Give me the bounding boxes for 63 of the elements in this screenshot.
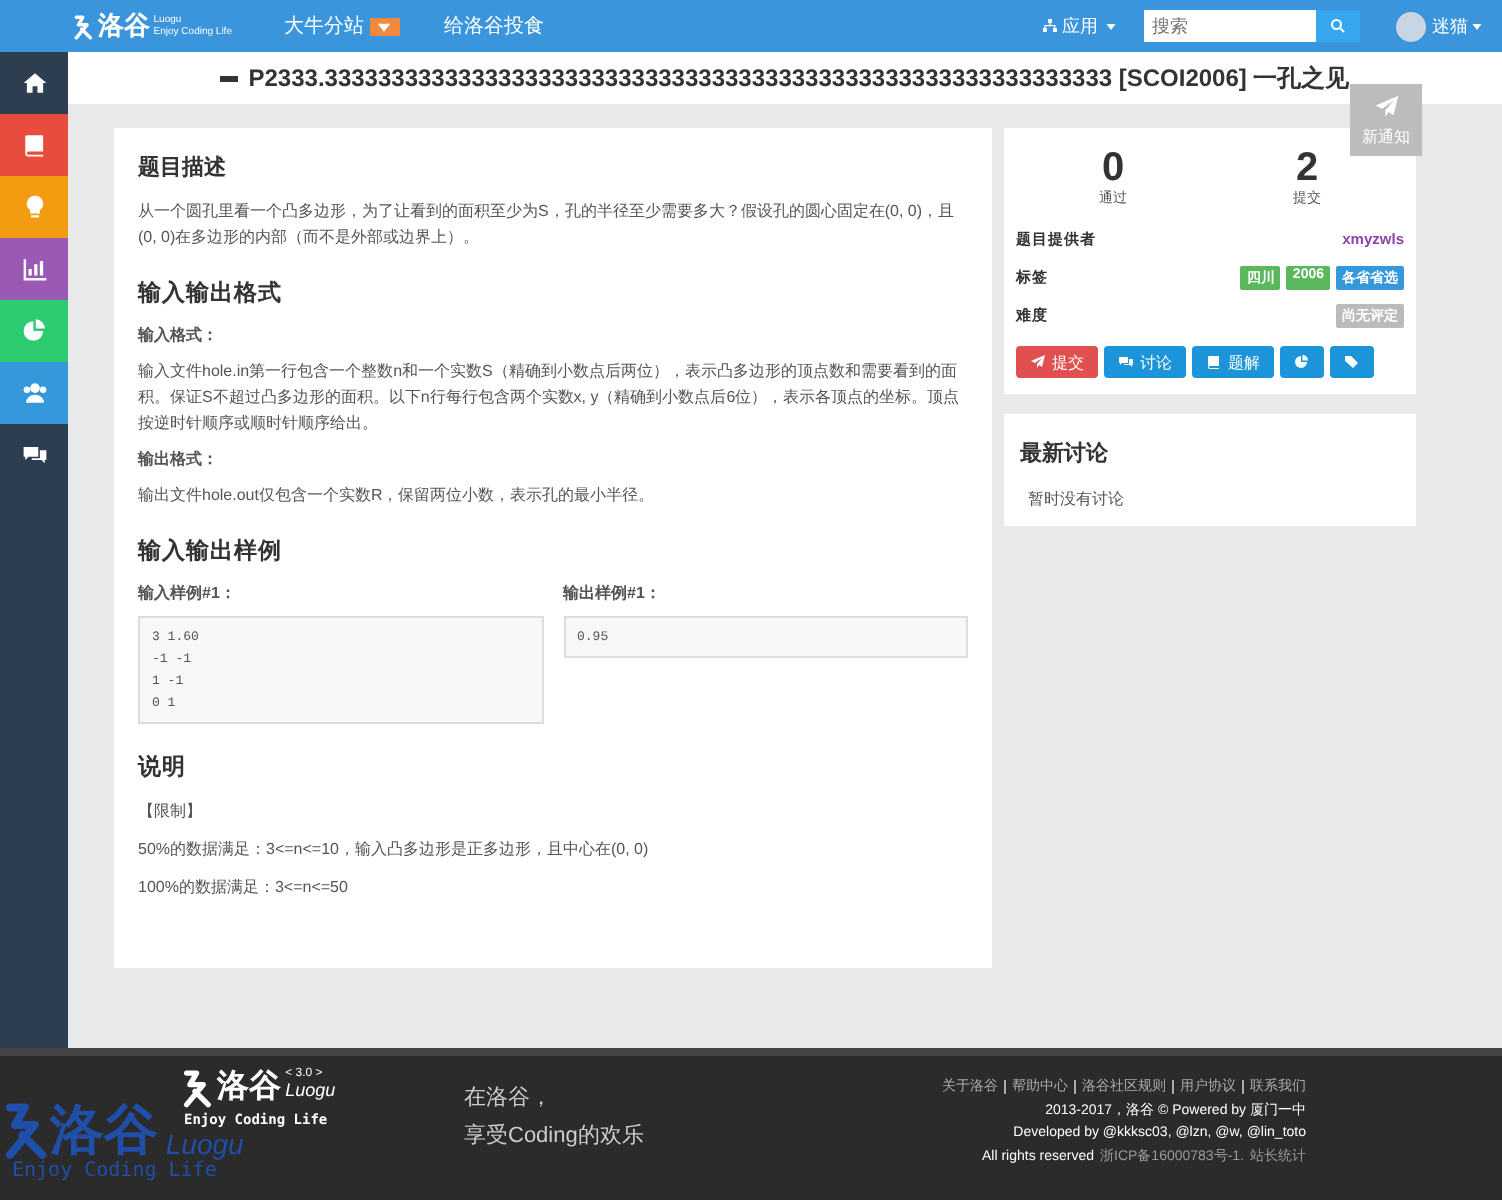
- tagline: 在洛谷，: [464, 1084, 554, 1114]
- footer-logo-watermark: 洛谷: [49, 1100, 158, 1160]
- stat-value: 2: [1295, 148, 1319, 188]
- tagline: 享受Coding的欢乐: [464, 1121, 644, 1152]
- gem-badge-icon: [369, 17, 400, 35]
- search-icon: [1330, 18, 1346, 34]
- paragraph: 输出文件hole.out仅包含一个实数R，保留两位小数，表示孔的最小半径。: [138, 484, 657, 508]
- users-icon: [21, 380, 47, 406]
- nav-link[interactable]: 大牛分站: [283, 12, 364, 40]
- comments-icon: [1118, 354, 1134, 370]
- section-heading: 输入输出样例: [138, 536, 284, 566]
- paper-plane-icon: [1373, 93, 1399, 119]
- pie-chart-icon: [21, 318, 47, 344]
- section-heading: 输入输出格式: [138, 278, 284, 308]
- search-field[interactable]: 搜索: [1144, 10, 1316, 42]
- nav-link[interactable]: 给洛谷投食: [443, 12, 544, 40]
- subheading: 输入格式：: [138, 324, 220, 346]
- footer-logo-text: 洛谷: [217, 1068, 282, 1108]
- home-icon: [21, 70, 47, 96]
- apps-menu[interactable]: 应用: [1062, 13, 1098, 39]
- footer-logo-watermark-slogan: Enjoy Coding Life: [12, 1160, 217, 1182]
- sidebar-item[interactable]: [0, 238, 68, 300]
- sample-label: 输入样例#1：: [138, 582, 238, 604]
- footer-logo-watermark-subtitle: Luogu: [165, 1128, 244, 1160]
- paragraph: 输入文件hole.in第一行包含一个整数n和一个实数S（精确到小数点后两位），表示凸多边形的顶点数和需要看到的面积。保证S不超过凸多边形的面积。以下n行每行包含两个实数x, y（精确到小数点后6位），表示各顶点的坐标。顶点按逆时针顺序或顺时针顺序给出。: [138, 360, 962, 436]
- section-heading: 说明: [138, 752, 188, 782]
- lightbulb-icon: [21, 194, 47, 220]
- dash-icon: [220, 75, 239, 81]
- section-heading: 最新讨论: [1020, 439, 1110, 468]
- action-button[interactable]: 提交: [1016, 346, 1098, 378]
- caret-icon: [1106, 23, 1116, 29]
- book-icon: [21, 132, 47, 158]
- avatar[interactable]: [1396, 11, 1426, 41]
- paragraph: 50%的数据满足：3<=n<=10，输入凸多边形是正多边形，且中心在(0, 0): [138, 838, 651, 862]
- logo-text[interactable]: 洛谷: [97, 8, 150, 44]
- action-button[interactable]: 题解: [1192, 346, 1274, 378]
- pie-chart-icon: [1294, 354, 1310, 370]
- caret-icon: [1472, 23, 1482, 29]
- comments-icon: [21, 442, 47, 468]
- action-button[interactable]: 讨论: [1104, 346, 1186, 378]
- icon-button[interactable]: [1280, 346, 1324, 378]
- bar-chart-icon: [21, 256, 47, 282]
- tags-icon: [1344, 354, 1360, 370]
- search-button[interactable]: [1316, 10, 1360, 42]
- paragraph: 【限制】: [138, 800, 204, 824]
- stat-value: 0: [1101, 148, 1125, 188]
- section-heading: 题目描述: [138, 153, 228, 182]
- logo-mark-icon: [0, 1100, 50, 1160]
- logo-mark-icon: [180, 1068, 214, 1108]
- subheading: 输出格式：: [138, 448, 220, 470]
- page-title: P2333.33333333333333333333333333333333333333333333333333333333333 [SCOI2006] 一孔之见: [248, 61, 1350, 95]
- sample-label: 输出样例#1：: [563, 582, 663, 604]
- paragraph: 100%的数据满足：3<=n<=50: [138, 876, 350, 900]
- book-icon: [1206, 354, 1222, 370]
- logo-mark-icon: [72, 13, 94, 39]
- empty-message: 暂时没有讨论: [1028, 488, 1126, 510]
- sitemap-icon: [1042, 18, 1058, 34]
- paragraph: 从一个圆孔里看一个凸多边形，为了让看到的面积至少为S，孔的半径至少需要多大？假设孔的圆心固定在(0, 0)，且(0, 0)在多边形的内部（而不是外部或边界上）。: [138, 200, 957, 250]
- logo-subtitle: Luogu: [285, 1080, 336, 1100]
- paper-plane-icon: [1030, 354, 1046, 370]
- user-menu[interactable]: 迷猫: [1432, 13, 1468, 39]
- notification-button[interactable]: 新通知: [1350, 84, 1422, 156]
- icon-button[interactable]: [1330, 346, 1374, 378]
